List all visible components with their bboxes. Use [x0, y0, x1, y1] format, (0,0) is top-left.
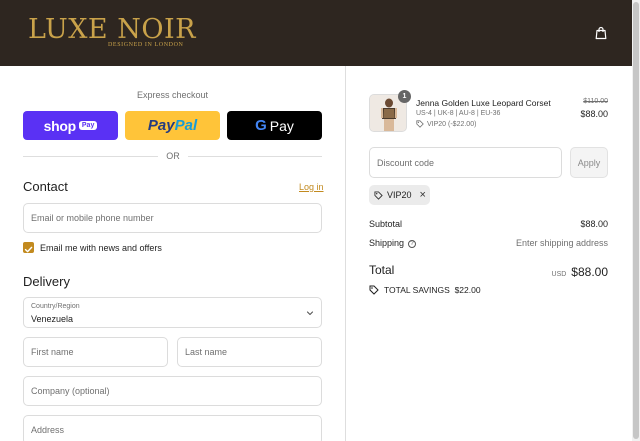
product-discount: VIP20 (-$22.00) [416, 120, 476, 128]
chevron-down-icon [306, 311, 314, 316]
total-currency: USD [551, 271, 567, 278]
scrollbar-thumb[interactable] [633, 2, 639, 439]
site-header: LUXE NOIR DESIGNED IN LONDON [0, 0, 632, 66]
shipping-label: Shipping [369, 238, 405, 248]
newsletter-label: Email me with news and offers [40, 243, 162, 253]
login-link[interactable]: Log in [299, 182, 324, 192]
paypal-wordmark: PayPal [147, 117, 198, 134]
last-name-placeholder: Last name [185, 347, 228, 357]
tag-icon [369, 285, 379, 295]
product-price: $88.00 [580, 109, 608, 119]
subtotal-value: $88.00 [580, 219, 608, 229]
first-name-field[interactable]: First name [23, 337, 168, 367]
total-label: Total [369, 263, 395, 277]
total-value: $88.00 [571, 265, 608, 279]
newsletter-checkbox[interactable] [23, 242, 34, 253]
apply-discount-button[interactable]: Apply [570, 147, 608, 178]
tag-icon [374, 190, 383, 200]
product-variant: US-4 | UK-8 | AU-8 | EU-36 [416, 110, 501, 117]
delivery-heading: Delivery [23, 274, 70, 289]
address-placeholder: Address [31, 425, 65, 435]
country-select[interactable]: Country/Region Venezuela [23, 297, 322, 328]
divider-line-left [23, 156, 158, 157]
pane-divider [345, 66, 346, 441]
company-placeholder: Company (optional) [31, 386, 110, 396]
shop-pay-wordmark: shop [43, 117, 77, 134]
discount-code-field[interactable]: Discount code [369, 147, 562, 178]
country-value: Venezuela [31, 314, 74, 324]
original-price: $110.00 [583, 98, 608, 105]
brand-logo[interactable]: LUXE NOIR DESIGNED IN LONDON [28, 14, 195, 54]
applied-code-text: VIP20 [387, 190, 412, 200]
savings-value: $22.00 [454, 285, 481, 295]
country-label: Country/Region [31, 303, 80, 310]
help-icon[interactable]: ? [408, 239, 417, 248]
express-checkout-label: Express checkout [136, 90, 209, 100]
company-field[interactable]: Company (optional) [23, 376, 322, 406]
divider-line-right [188, 156, 322, 157]
or-divider-text: OR [166, 151, 180, 161]
brand-tagline: DESIGNED IN LONDON [108, 42, 184, 48]
total-amount: USD $88.00 [470, 263, 608, 281]
tag-icon [416, 120, 424, 128]
shipping-value: Enter shipping address [515, 238, 608, 248]
quantity-badge: 1 [398, 90, 411, 103]
brand-name: LUXE NOIR [28, 14, 196, 45]
contact-heading: Contact [23, 179, 68, 194]
remove-discount-icon[interactable]: × [420, 189, 426, 201]
google-pay-button[interactable]: G Pay [227, 111, 322, 140]
google-pay-label: Pay [269, 117, 294, 134]
paypal-button[interactable]: PayPal [125, 111, 220, 140]
last-name-field[interactable]: Last name [177, 337, 322, 367]
email-field[interactable]: Email or mobile phone number [23, 203, 322, 233]
email-placeholder: Email or mobile phone number [31, 213, 154, 223]
total-savings: TOTAL SAVINGS $22.00 [369, 285, 481, 295]
savings-label: TOTAL SAVINGS [384, 285, 450, 295]
address-field[interactable]: Address [23, 415, 322, 441]
shipping-row-label: Shipping? [369, 238, 417, 248]
subtotal-label: Subtotal [369, 219, 403, 229]
shop-pay-badge: Pay [78, 121, 98, 130]
discount-code-placeholder: Discount code [377, 157, 435, 168]
shop-pay-button[interactable]: shop Pay [23, 111, 118, 140]
google-g-icon: G [255, 117, 267, 134]
applied-discount-chip: VIP20 × [369, 185, 430, 205]
shopping-bag-icon[interactable] [594, 26, 608, 40]
checkmark-icon [24, 246, 33, 253]
product-name: Jenna Golden Luxe Leopard Corset [416, 98, 551, 108]
product-discount-text: VIP20 (-$22.00) [427, 120, 477, 128]
first-name-placeholder: First name [31, 347, 74, 357]
